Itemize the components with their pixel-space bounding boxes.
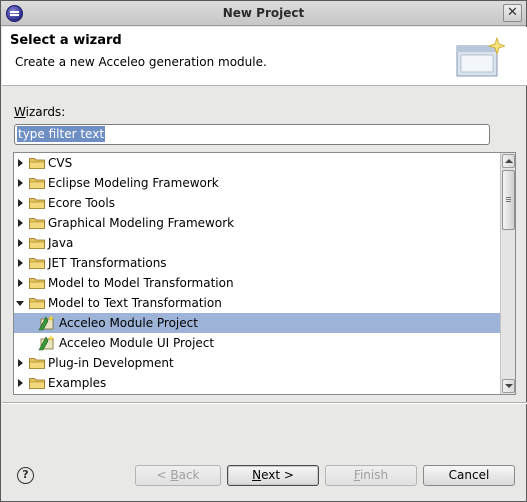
tree-item-label: Eclipse Modeling Framework [48,176,219,190]
collapsed-arrow-icon[interactable] [18,199,23,207]
close-button[interactable]: ✕ [503,4,522,22]
tree-folder-item[interactable]: Plug-in Development [14,353,501,373]
tree-folder-item[interactable]: Examples [14,373,501,393]
collapsed-arrow-icon[interactable] [18,179,23,187]
tree-folder-item[interactable]: Eclipse Modeling Framework [14,173,501,193]
folder-icon [29,258,45,269]
tree-item-label: JET Transformations [48,256,167,270]
title-bar[interactable]: New Project ✕ [1,1,526,26]
collapsed-arrow-icon[interactable] [18,359,23,367]
filter-input[interactable]: type filter text [14,124,490,145]
tree-project-item[interactable]: Acceleo Module Project [14,313,501,333]
tree-item-label: Acceleo Module Project [59,316,198,330]
tree-folder-item[interactable]: CVS [14,153,501,173]
tree-folder-item[interactable]: JET Transformations [14,253,501,273]
new-project-dialog: New Project ✕ Select a wizard Create a n… [0,0,527,502]
folder-icon [29,218,45,229]
wizards-label: Wizards: [14,105,66,119]
acceleo-project-icon [38,315,55,331]
help-button[interactable]: ? [17,467,34,484]
tree-item-label: Java [48,236,74,250]
acceleo-project-icon [38,335,55,351]
folder-icon [29,198,45,209]
collapsed-arrow-icon[interactable] [18,239,23,247]
filter-text: type filter text [17,126,106,142]
next-button[interactable]: Next > [227,465,319,486]
folder-icon [29,238,45,249]
banner-title: Select a wizard [10,33,122,48]
tree-item-label: Model to Text Transformation [48,296,222,310]
tree-folder-item[interactable]: Graphical Modeling Framework [14,213,501,233]
tree-item-label: CVS [48,156,73,170]
banner-description: Create a new Acceleo generation module. [15,55,267,69]
collapsed-arrow-icon[interactable] [18,279,23,287]
folder-icon [29,358,45,369]
tree-item-label: Acceleo Module UI Project [59,336,215,350]
tree-item-label: Model to Model Transformation [48,276,234,290]
cancel-button[interactable]: Cancel [423,465,515,486]
scroll-up-button[interactable] [502,154,515,168]
collapsed-arrow-icon[interactable] [18,259,23,267]
folder-icon [29,378,45,389]
tree-folder-item[interactable]: Java [14,233,501,253]
wizard-banner: Select a wizard Create a new Acceleo gen… [2,27,527,86]
tree-item-label: Graphical Modeling Framework [48,216,235,230]
window-title: New Project [222,6,305,20]
scroll-thumb[interactable] [502,170,515,230]
collapsed-arrow-icon[interactable] [18,219,23,227]
button-bar-separator [2,402,527,404]
tree-item-label: Plug-in Development [48,356,174,370]
tree-item-label: Examples [48,376,107,390]
finish-button[interactable]: Finish [325,465,417,486]
folder-icon [29,178,45,189]
expanded-arrow-icon[interactable] [16,301,24,306]
folder-icon [29,158,45,169]
tree-item-label: Ecore Tools [48,196,115,210]
tree-scrollbar[interactable] [500,153,515,394]
folder-icon [29,278,45,289]
collapsed-arrow-icon[interactable] [18,159,23,167]
wizard-tree[interactable]: CVS Eclipse Modeling Framework Ecore Tools… [13,152,516,395]
collapsed-arrow-icon[interactable] [18,379,23,387]
scroll-down-button[interactable] [502,379,515,393]
tree-folder-item[interactable]: Model to Text Transformation [14,293,501,313]
tree-folder-item[interactable]: Ecore Tools [14,193,501,213]
tree-folder-item[interactable]: Model to Model Transformation [14,273,501,293]
back-button[interactable]: < Back [135,465,221,486]
folder-icon [29,298,45,309]
new-wizard-icon [456,36,505,77]
tree-project-item[interactable]: Acceleo Module UI Project [14,333,501,353]
